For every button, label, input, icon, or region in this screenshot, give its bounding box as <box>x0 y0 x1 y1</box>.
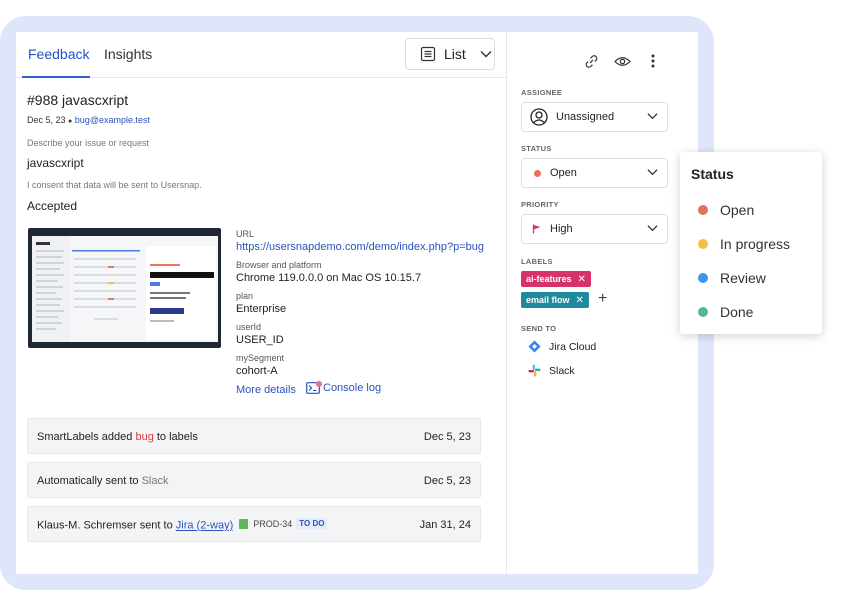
tab-insights[interactable]: Insights <box>104 46 152 62</box>
activity-text: Klaus-M. Schremser sent to Jira (2-way) P… <box>37 518 328 532</box>
status-dot <box>698 307 708 317</box>
labels-label: LABELS <box>521 257 553 266</box>
view-select-button[interactable]: List <box>405 38 495 70</box>
url-label: URL <box>236 229 255 239</box>
eye-icon[interactable] <box>614 55 631 68</box>
browser-value: Chrome 119.0.0.0 on Mac OS 10.15.7 <box>236 272 422 284</box>
user-avatar-icon <box>530 108 548 126</box>
send-to-slack[interactable]: Slack <box>528 364 575 377</box>
feedback-panel: Feedback Insights List #988 javascxript … <box>16 32 698 574</box>
status-dot <box>534 169 541 177</box>
jira-ticket[interactable]: PROD-34 TO DO <box>239 518 328 529</box>
remove-label-icon[interactable]: ✕ <box>578 274 586 285</box>
activity-text: SmartLabels added bug to labels <box>37 431 198 443</box>
tab-bar: Feedback Insights List <box>16 32 506 78</box>
screenshot-thumbnail[interactable] <box>28 228 221 348</box>
activity-row: SmartLabels added bug to labels Dec 5, 2… <box>27 418 481 454</box>
chevron-down-icon <box>647 113 658 120</box>
chevron-down-icon <box>647 225 658 232</box>
url-link[interactable]: https://usersnapdemo.com/demo/index.php?… <box>236 241 484 253</box>
assignee-value: Unassigned <box>556 111 615 123</box>
reporter-email-link[interactable]: bug@example.test <box>75 115 150 125</box>
activity-row: Klaus-M. Schremser sent to Jira (2-way) P… <box>27 506 481 542</box>
screenshot-preview-graphic <box>32 236 216 342</box>
jira-issue-icon <box>239 518 249 529</box>
userid-label: userId <box>236 322 262 332</box>
status-option-review[interactable]: Review <box>698 270 766 286</box>
meta-separator: ● <box>68 118 73 125</box>
browser-label: Browser and platform <box>236 260 322 270</box>
activity-date: Dec 5, 23 <box>423 475 471 487</box>
remove-label-icon[interactable]: ✕ <box>576 295 584 306</box>
segment-label: mySegment <box>236 353 285 363</box>
priority-value: High <box>550 223 573 235</box>
status-menu-title: Status <box>691 166 734 182</box>
chevron-down-icon <box>647 169 658 176</box>
status-dot <box>698 239 708 249</box>
priority-select[interactable]: High <box>521 214 668 244</box>
priority-label: PRIORITY <box>521 200 559 209</box>
feedback-meta: Dec 5, 23 ● bug@example.test <box>27 115 150 125</box>
feedback-date: Dec 5, 23 <box>27 115 66 125</box>
integration-name: Slack <box>141 475 169 487</box>
more-details-link[interactable]: More details <box>236 384 296 396</box>
notification-dot <box>316 381 322 387</box>
activity-date: Dec 5, 23 <box>423 431 471 443</box>
assignee-select[interactable]: Unassigned <box>521 102 668 132</box>
console-log-label: Console log <box>323 382 382 394</box>
status-dropdown-menu: Status Open In progress Review Done <box>680 152 822 334</box>
status-option-open[interactable]: Open <box>698 202 754 218</box>
status-label: STATUS <box>521 144 552 153</box>
assignee-label: ASSIGNEE <box>521 88 563 97</box>
list-icon <box>420 46 436 62</box>
status-dot <box>698 205 708 215</box>
feedback-title: #988 javascxript <box>27 92 129 108</box>
label-bug: bug <box>135 431 154 443</box>
consent-label: I consent that data will be sent to User… <box>27 180 202 190</box>
userid-value: USER_ID <box>236 334 284 346</box>
status-option-done[interactable]: Done <box>698 304 753 320</box>
flag-icon <box>532 224 541 234</box>
send-to-label: SEND TO <box>521 324 557 333</box>
activity-date: Jan 31, 24 <box>419 519 471 531</box>
active-tab-indicator <box>22 76 90 78</box>
status-dot <box>698 273 708 283</box>
plan-label: plan <box>236 291 254 301</box>
consent-value: Accepted <box>27 199 78 213</box>
jira-icon <box>528 340 541 353</box>
question-value: javascxript <box>27 156 84 170</box>
chevron-down-icon <box>480 51 492 58</box>
tab-feedback[interactable]: Feedback <box>28 46 89 62</box>
label-chip-email-flow[interactable]: email flow ✕ <box>521 292 589 308</box>
console-log-link[interactable]: Console log <box>306 381 382 394</box>
question-label: Describe your issue or request <box>27 138 150 148</box>
status-option-in-progress[interactable]: In progress <box>698 236 790 252</box>
slack-icon <box>528 364 541 377</box>
add-label-icon[interactable]: + <box>598 290 607 308</box>
ticket-status-badge: TO DO <box>296 518 328 529</box>
activity-row: Automatically sent to Slack Dec 5, 23 <box>27 462 481 498</box>
activity-text: Automatically sent to Slack <box>37 475 169 487</box>
plan-value: Enterprise <box>236 303 287 315</box>
sidebar-divider <box>506 32 507 574</box>
more-options-icon[interactable] <box>651 54 655 68</box>
send-to-jira-cloud[interactable]: Jira Cloud <box>528 340 596 353</box>
view-select-label: List <box>444 46 466 62</box>
jira-link[interactable]: Jira (2-way) <box>176 520 233 532</box>
label-chip-ai-features[interactable]: ai-features ✕ <box>521 271 591 287</box>
segment-value: cohort-A <box>236 365 278 377</box>
status-select[interactable]: Open <box>521 158 668 188</box>
link-icon[interactable] <box>584 54 599 69</box>
status-value: Open <box>550 167 577 179</box>
